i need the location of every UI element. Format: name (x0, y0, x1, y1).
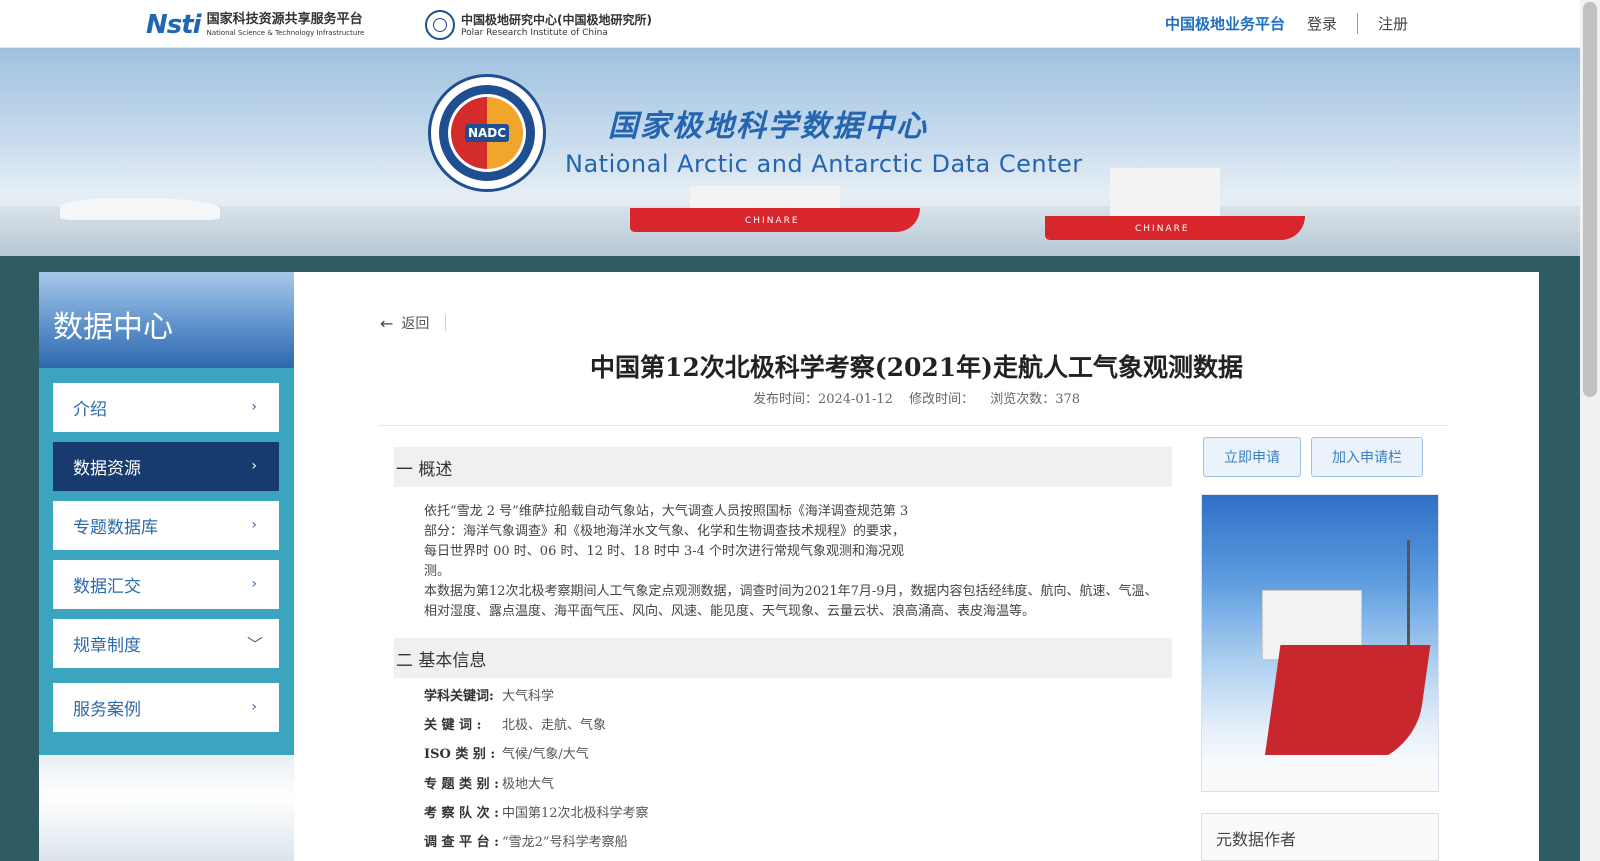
arrow-left-icon: ← (380, 313, 394, 333)
chevron-right-icon: › (251, 458, 257, 474)
info-value: 中国第12次北极科学考察 (502, 806, 649, 821)
sidebar-footer-image (39, 755, 294, 861)
info-row-iso-category: ISO 类 别 : 气候/气象/大气 (424, 743, 589, 762)
login-link[interactable]: 登录 (1307, 13, 1358, 34)
sidebar-item-label: 专题数据库 (73, 518, 158, 538)
info-key: 关 键 词 : (424, 718, 482, 733)
nsti-logo-mark: Nsti (146, 10, 202, 40)
sidebar-item-data-submission[interactable]: 数据汇交 › (53, 560, 279, 609)
site-title-en: National Arctic and Antarctic Data Cente… (565, 150, 1083, 178)
sidebar-item-label: 服务案例 (73, 700, 141, 720)
scrollbar-thumb[interactable] (1583, 2, 1597, 397)
info-key: 学科关键词: (424, 689, 494, 704)
info-key: ISO 类 别 : (424, 747, 496, 762)
info-value: 极地大气 (502, 777, 555, 792)
site-title-cn: 国家极地科学数据中心 (608, 109, 928, 144)
divider (445, 315, 447, 331)
metadata-author-title: 元数据作者 (1216, 830, 1297, 849)
apply-now-button[interactable]: 立即申请 (1203, 437, 1301, 477)
info-row-topic-category: 专 题 类 别 : 极地大气 (424, 773, 554, 792)
ship-hull-label: CHINARE (1135, 224, 1190, 234)
banner-ship-superstructure (690, 186, 840, 210)
add-to-cart-button[interactable]: 加入申请栏 (1311, 437, 1423, 477)
info-value: 气候/气象/大气 (502, 747, 589, 762)
top-nav: 中国极地业务平台 登录 注册 (1165, 0, 1408, 47)
polar-platform-link[interactable]: 中国极地业务平台 (1165, 13, 1285, 34)
chevron-down-icon: ﹀ (246, 635, 263, 654)
back-button[interactable]: ← 返回 (380, 313, 447, 333)
info-row-expedition: 考 察 队 次 : 中国第12次北极科学考察 (424, 802, 649, 821)
info-key: 专 题 类 别 : (424, 777, 499, 792)
nsti-logo-title: 国家科技资源共享服务平台 (206, 12, 363, 27)
page-title: 中国第12次北极科学考察(2021年)走航人工气象观测数据 (589, 353, 1244, 382)
overview-paragraph: 本数据为第12次北极考察期间人工气象定点观测数据，调查时间为2021年7月-9月… (424, 584, 1158, 619)
sidebar-item-intro[interactable]: 介绍 › (53, 383, 279, 432)
modify-time: 修改时间： (909, 392, 975, 407)
sidebar-item-label: 介绍 (73, 400, 107, 420)
sidebar-title: 数据中心 (53, 310, 173, 345)
icebreaker-photo (1201, 494, 1439, 792)
ship-hull-label: CHINARE (745, 216, 800, 226)
sidebar-item-regulations[interactable]: 规章制度 ﹀ (53, 619, 279, 668)
page-meta: 发布时间：2024-01-12 修改时间： 浏览次数：378 (294, 388, 1539, 407)
sidebar-item-label: 数据汇交 (73, 577, 141, 597)
nsti-logo[interactable]: Nsti 国家科技资源共享服务平台 National Science & Tec… (146, 10, 364, 40)
sidebar-item-service-cases[interactable]: 服务案例 › (53, 683, 279, 732)
main-content: ← 返回 中国第12次北极科学考察(2021年)走航人工气象观测数据 发布时间：… (294, 272, 1539, 861)
info-row-subject-keywords: 学科关键词: 大气科学 (424, 685, 554, 704)
publish-time: 发布时间：2024-01-12 (752, 392, 893, 407)
sidebar-item-label: 规章制度 (73, 636, 141, 656)
info-row-platform: 调 查 平 台 : “雪龙2”号科学考察船 (424, 831, 628, 850)
banner-iceberg (60, 198, 220, 220)
divider (378, 425, 1448, 426)
nadc-seal-text: NADC (464, 124, 510, 142)
info-key: 考 察 队 次 : (424, 806, 499, 821)
sidebar-header: 数据中心 (39, 272, 294, 368)
chevron-right-icon: › (251, 517, 257, 533)
pric-logo[interactable]: 中国极地研究中心(中国极地研究所) Polar Research Institu… (425, 10, 652, 40)
chevron-right-icon: › (251, 576, 257, 592)
sidebar: 数据中心 介绍 › 数据资源 › 专题数据库 › 数据汇交 › 规章制度 ﹀ 服… (39, 272, 294, 861)
info-key: 调 查 平 台 : (424, 835, 499, 850)
overview-paragraph: 依托“雪龙 2 号”维萨拉船载自动气象站，大气调查人员按照国标《海洋调查规范第 … (424, 504, 909, 579)
register-link[interactable]: 注册 (1358, 13, 1408, 34)
pric-logo-subtitle: Polar Research Institute of China (461, 28, 608, 38)
info-row-keywords: 关 键 词 : 北极、走航、气象 (424, 714, 606, 733)
top-bar: Nsti 国家科技资源共享服务平台 National Science & Tec… (0, 0, 1580, 48)
back-label: 返回 (401, 316, 430, 332)
info-value: 北极、走航、气象 (502, 718, 607, 733)
section-header-basic-info: 二 基本信息 (394, 638, 1172, 678)
chevron-right-icon: › (251, 399, 257, 415)
view-count: 浏览次数：378 (990, 392, 1081, 407)
chevron-right-icon: › (251, 699, 257, 715)
pric-logo-title: 中国极地研究中心(中国极地研究所) (461, 13, 652, 27)
sidebar-item-data-resources[interactable]: 数据资源 › (53, 442, 279, 491)
info-value: 大气科学 (502, 689, 555, 704)
banner-ship-superstructure (1110, 168, 1220, 218)
sidebar-item-label: 数据资源 (73, 459, 141, 479)
pric-seal-icon (425, 10, 455, 40)
section-header-overview: 一 概述 (394, 447, 1172, 487)
metadata-author-panel: 元数据作者 (1201, 813, 1439, 861)
nadc-seal-logo: NADC (428, 74, 546, 192)
sidebar-item-thematic-db[interactable]: 专题数据库 › (53, 501, 279, 550)
nsti-logo-subtitle: National Science & Technology Infrastruc… (206, 29, 365, 37)
info-value: “雪龙2”号科学考察船 (502, 835, 628, 850)
